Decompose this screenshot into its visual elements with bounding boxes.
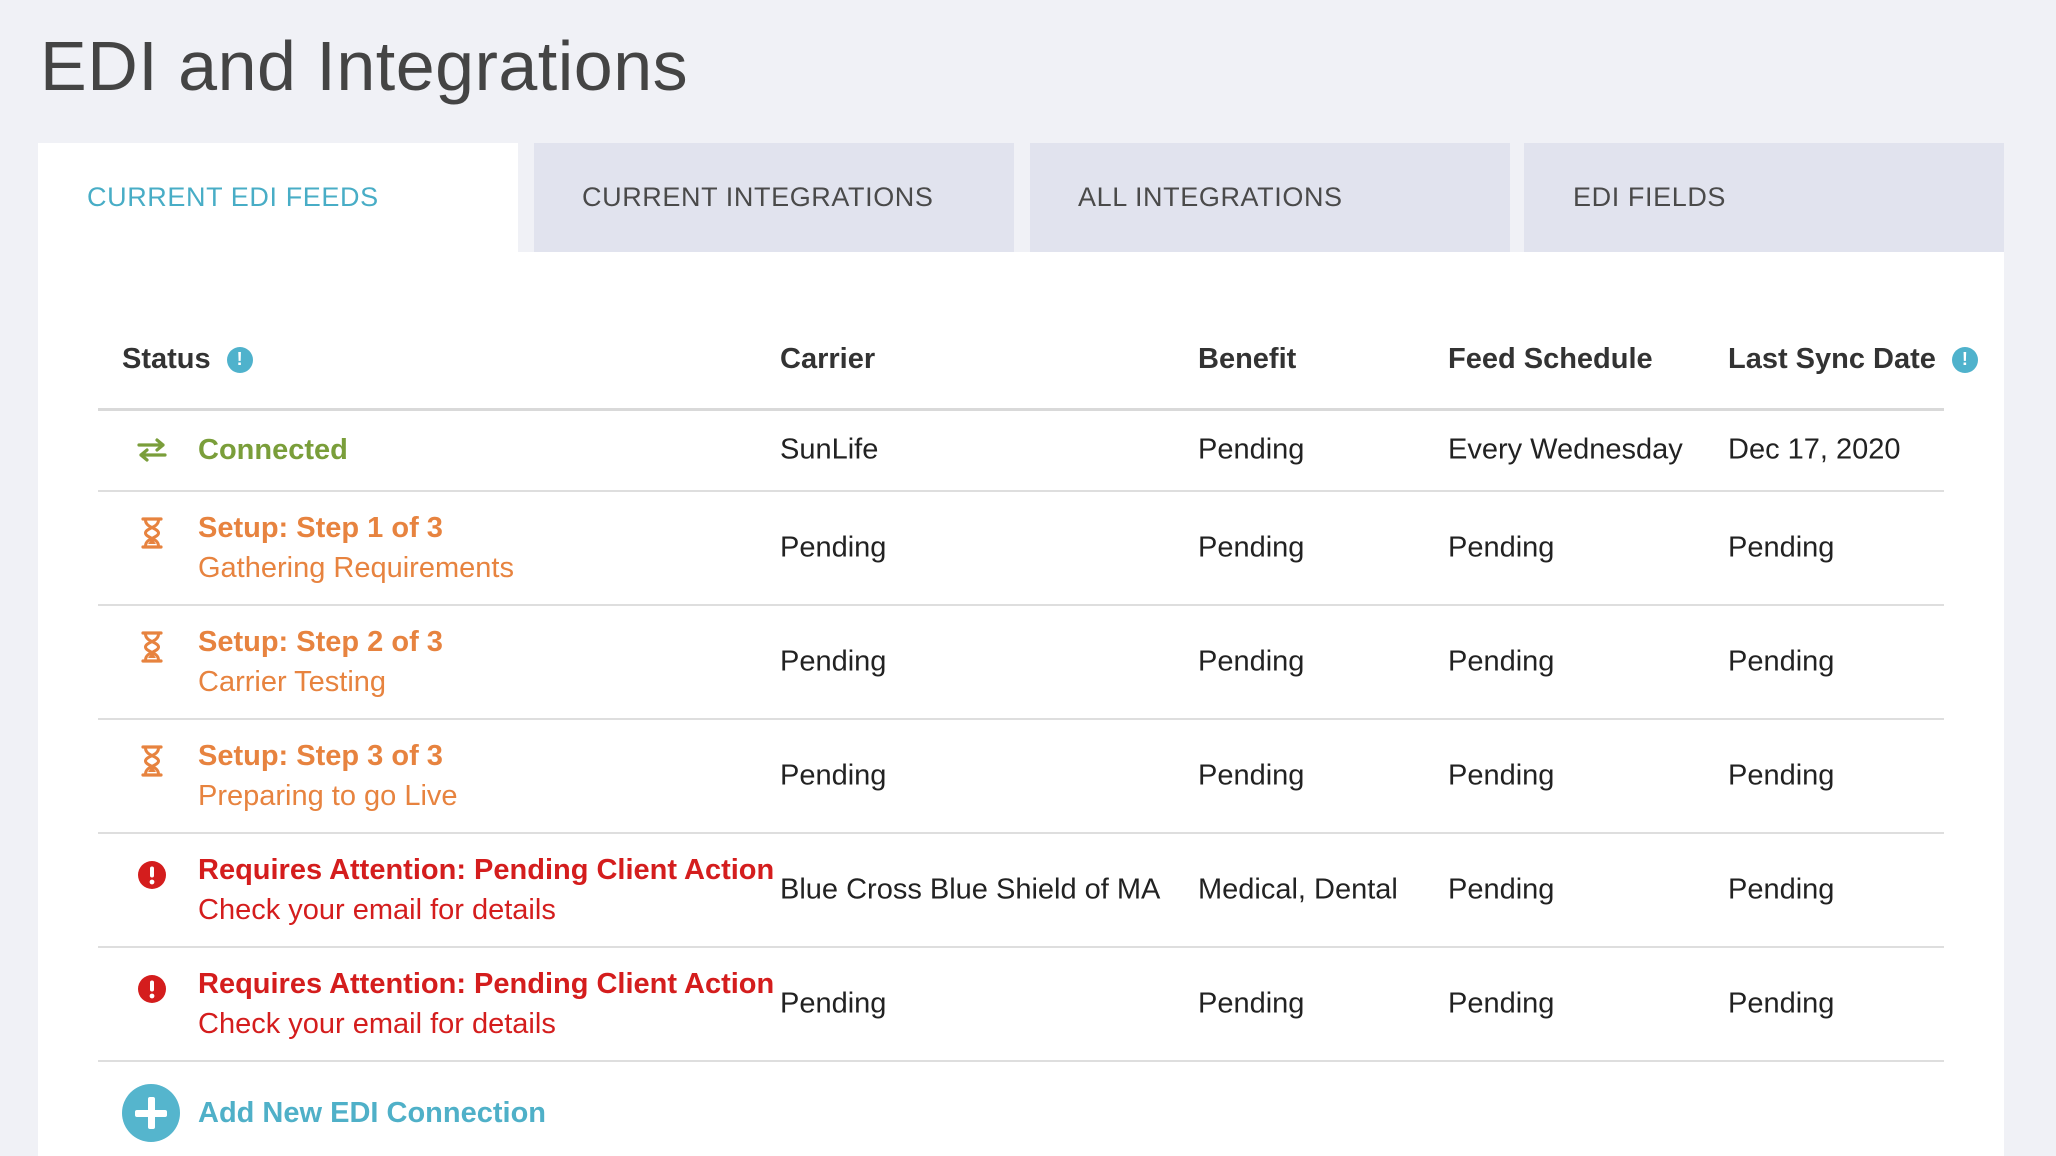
- status-detail: Check your email for details: [198, 1008, 556, 1040]
- feed-schedule-cell: Pending: [1448, 759, 1555, 792]
- hourglass-icon: [141, 745, 163, 777]
- column-header-last-sync-date: Last Sync Date !: [1728, 343, 1978, 376]
- carrier-cell: Blue Cross Blue Shield of MA: [780, 873, 1161, 906]
- feed-schedule-cell: Pending: [1448, 531, 1555, 564]
- status-detail: Gathering Requirements: [198, 552, 514, 584]
- status-label: Setup: Step 2 of 3: [198, 626, 443, 658]
- tab-edi-fields[interactable]: EDI FIELDS: [1524, 143, 2004, 252]
- feed-schedule-cell: Every Wednesday: [1448, 433, 1683, 466]
- sync-arrows-icon: [136, 437, 168, 463]
- tab-current-edi-feeds[interactable]: CURRENT EDI FEEDS: [38, 143, 518, 252]
- tab-current-integrations[interactable]: CURRENT INTEGRATIONS: [534, 143, 1014, 252]
- alert-icon: [137, 860, 167, 890]
- status-cell: Setup: Step 3 of 3 Preparing to go Live: [198, 736, 458, 816]
- tab-bar: CURRENT EDI FEEDS CURRENT INTEGRATIONS A…: [38, 143, 2004, 252]
- row-divider: [98, 490, 1944, 492]
- status-label: Requires Attention: Pending Client Actio…: [198, 968, 775, 1000]
- benefit-cell: Pending: [1198, 645, 1305, 678]
- last-sync-cell: Pending: [1728, 987, 1835, 1020]
- add-new-edi-connection-button[interactable]: Add New EDI Connection: [122, 1084, 546, 1142]
- last-sync-cell: Pending: [1728, 645, 1835, 678]
- alert-icon: [137, 974, 167, 1004]
- status-cell: Requires Attention: Pending Client Actio…: [198, 964, 774, 1044]
- row-divider: [98, 1060, 1944, 1062]
- last-sync-cell: Pending: [1728, 873, 1835, 906]
- carrier-cell: Pending: [780, 531, 887, 564]
- status-label: Setup: Step 3 of 3: [198, 740, 443, 772]
- last-sync-cell: Dec 17, 2020: [1728, 433, 1901, 466]
- tab-all-integrations[interactable]: ALL INTEGRATIONS: [1030, 143, 1510, 252]
- status-label: Connected: [198, 434, 348, 466]
- status-cell: Connected: [198, 430, 348, 470]
- row-divider: [98, 946, 1944, 948]
- add-new-edi-connection-label: Add New EDI Connection: [198, 1096, 546, 1129]
- status-cell: Requires Attention: Pending Client Actio…: [198, 850, 774, 930]
- status-detail: Preparing to go Live: [198, 780, 458, 812]
- benefit-cell: Pending: [1198, 987, 1305, 1020]
- last-sync-cell: Pending: [1728, 759, 1835, 792]
- carrier-cell: SunLife: [780, 433, 879, 466]
- feed-schedule-cell: Pending: [1448, 645, 1555, 678]
- page-title: EDI and Integrations: [40, 27, 689, 105]
- benefit-cell: Pending: [1198, 433, 1305, 466]
- carrier-cell: Pending: [780, 645, 887, 678]
- status-label: Requires Attention: Pending Client Actio…: [198, 854, 775, 886]
- feed-schedule-cell: Pending: [1448, 873, 1555, 906]
- status-info-icon[interactable]: !: [226, 346, 253, 373]
- row-divider: [98, 604, 1944, 606]
- table-header-divider: [98, 408, 1944, 411]
- status-cell: Setup: Step 1 of 3 Gathering Requirements: [198, 508, 514, 588]
- column-header-status: Status !: [122, 343, 253, 376]
- row-divider: [98, 718, 1944, 720]
- carrier-cell: Pending: [780, 759, 887, 792]
- benefit-cell: Pending: [1198, 759, 1305, 792]
- column-header-status-label: Status: [122, 343, 211, 375]
- column-header-carrier: Carrier: [780, 343, 876, 375]
- last-sync-info-icon[interactable]: !: [1951, 346, 1978, 373]
- status-detail: Carrier Testing: [198, 666, 387, 698]
- status-label: Setup: Step 1 of 3: [198, 512, 443, 544]
- carrier-cell: Pending: [780, 987, 887, 1020]
- plus-circle-icon: [122, 1084, 180, 1142]
- column-header-benefit: Benefit: [1198, 343, 1297, 375]
- column-header-last-sync-label: Last Sync Date: [1728, 343, 1936, 375]
- status-detail: Check your email for details: [198, 894, 556, 926]
- feed-schedule-cell: Pending: [1448, 987, 1555, 1020]
- column-header-feed-schedule: Feed Schedule: [1448, 343, 1653, 375]
- hourglass-icon: [141, 631, 163, 663]
- benefit-cell: Medical, Dental: [1198, 873, 1398, 906]
- status-cell: Setup: Step 2 of 3 Carrier Testing: [198, 622, 443, 702]
- last-sync-cell: Pending: [1728, 531, 1835, 564]
- benefit-cell: Pending: [1198, 531, 1305, 564]
- hourglass-icon: [141, 517, 163, 549]
- row-divider: [98, 832, 1944, 834]
